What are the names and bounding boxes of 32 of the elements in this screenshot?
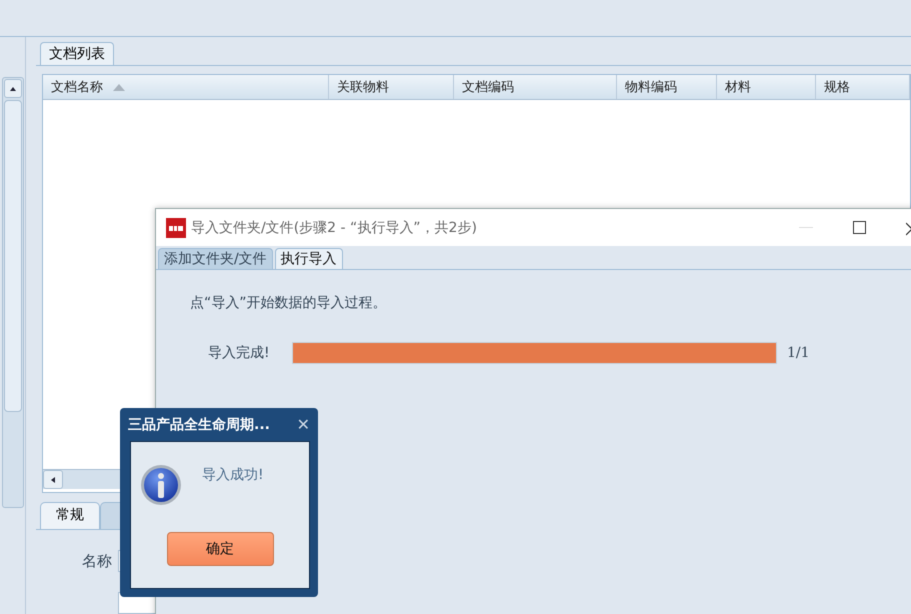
window-title: 导入文件夹/文件(步骤2 - “执行导入”，共2步) [191, 218, 478, 236]
scroll-thumb[interactable] [4, 100, 22, 412]
column-label: 材料 [725, 79, 751, 96]
vertical-scrollbar[interactable] [2, 77, 24, 508]
column-header[interactable]: 材料 [717, 75, 816, 99]
tab[interactable]: 常规 [40, 502, 100, 529]
tab[interactable]: 执行导入 [274, 248, 343, 269]
column-label: 文档名称 [51, 79, 103, 96]
column-label: 物料编码 [625, 79, 677, 96]
dialog-title: 三品产品全生命周期... [128, 416, 270, 434]
tab[interactable]: 文档列表 [40, 42, 114, 65]
column-header[interactable]: 关联物料 [329, 75, 454, 99]
tab[interactable]: 添加文件夹/文件 [158, 248, 273, 269]
field-label: 名称 [82, 552, 112, 570]
column-label: 文档编码 [462, 79, 514, 96]
info-icon [140, 464, 182, 506]
scroll-up-button[interactable] [4, 79, 22, 98]
column-header[interactable]: 文档编码 [454, 75, 617, 99]
scroll-left-button[interactable] [43, 470, 63, 489]
close-button[interactable]: ✕ [296, 415, 310, 434]
message-text: 导入成功! [202, 466, 264, 484]
column-label: 关联物料 [337, 79, 389, 96]
maximize-button[interactable] [853, 221, 866, 234]
column-header[interactable]: 规格 [816, 75, 910, 99]
column-header[interactable]: 物料编码 [617, 75, 717, 99]
ok-button[interactable]: 确定 [166, 532, 274, 566]
progress-reading: 1/1 [787, 345, 810, 361]
column-header[interactable]: 文档名称 [43, 75, 329, 99]
instruction-text: 点“导入”开始数据的导入过程。 [190, 294, 388, 312]
app-logo-icon [166, 218, 186, 238]
column-label: 规格 [824, 79, 850, 96]
progress-label: 导入完成! [208, 344, 271, 362]
